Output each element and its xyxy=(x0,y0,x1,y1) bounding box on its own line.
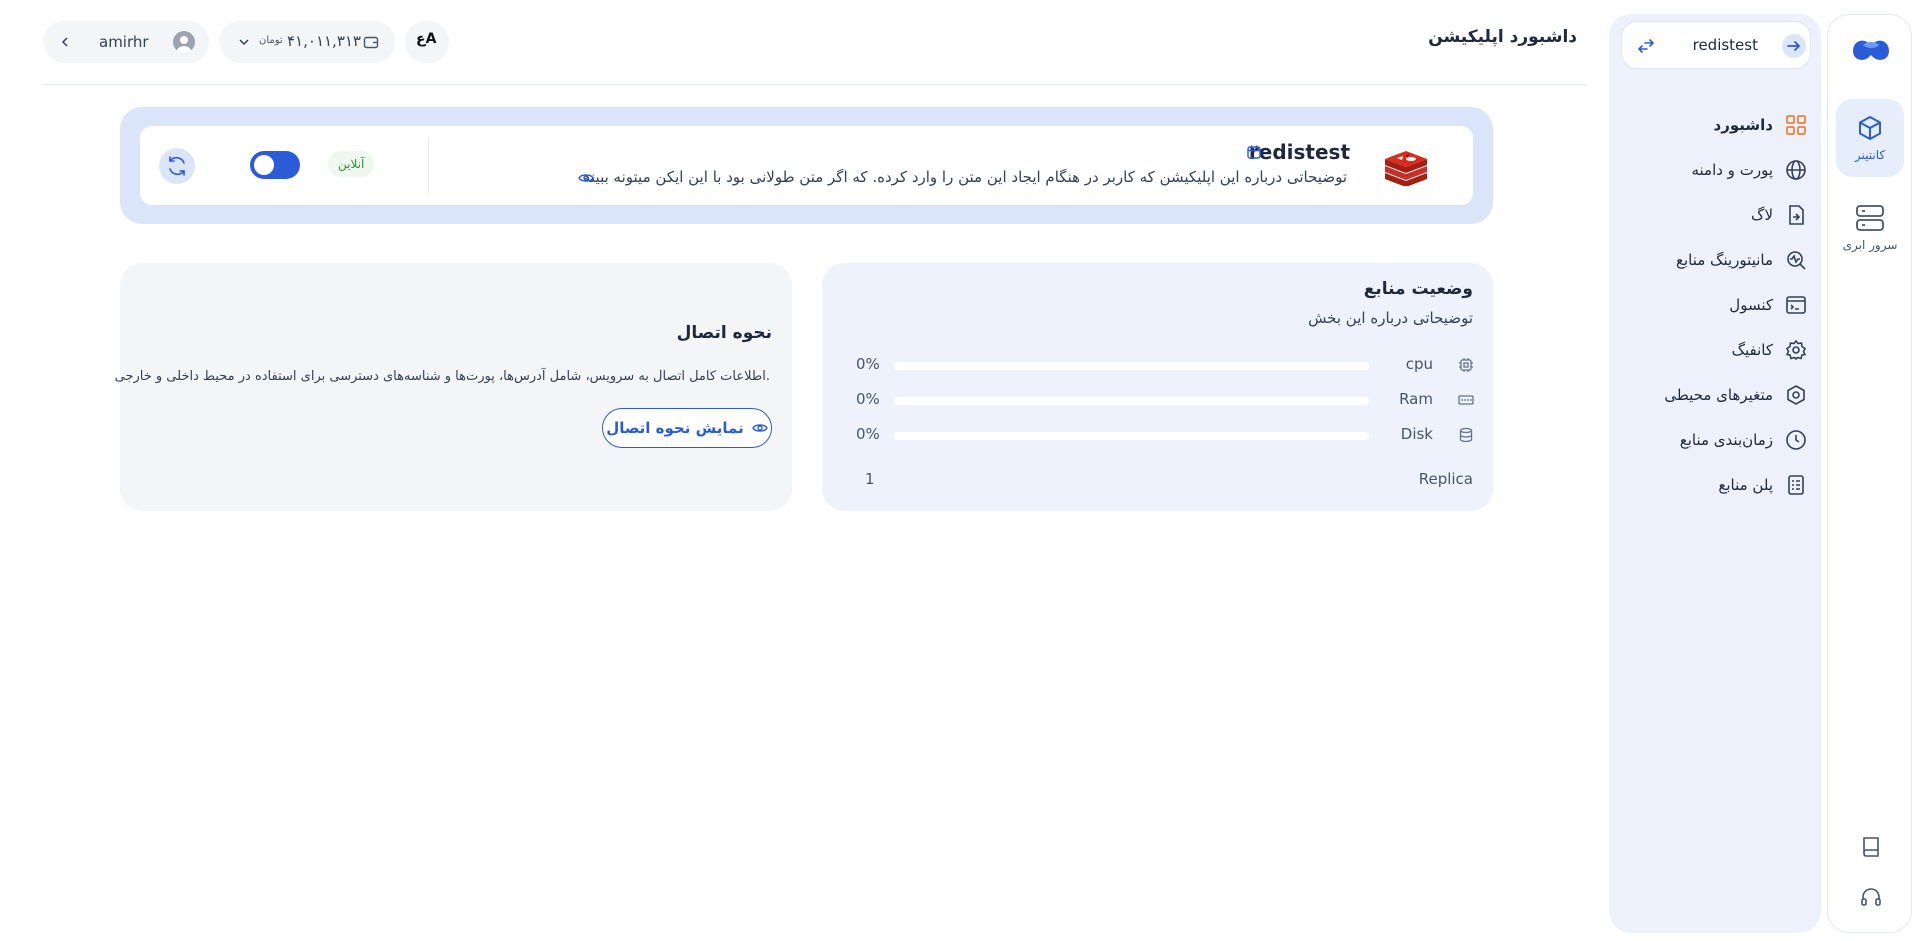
ram-icon xyxy=(1458,392,1474,408)
chevron-left-icon xyxy=(58,35,72,49)
app-selector-name: redistest xyxy=(1692,36,1758,54)
sidebar: redistest داشبورد پورت و دامنه لاگ مانیت… xyxy=(1609,14,1821,933)
terminal-icon xyxy=(1785,294,1807,316)
user-menu[interactable]: amirhr xyxy=(43,21,209,63)
sidebar-item-label: پورت و دامنه xyxy=(1691,161,1773,179)
sidebar-item-label: کنسول xyxy=(1729,296,1773,314)
replica-value: 1 xyxy=(865,470,875,488)
replica-label: Replica xyxy=(1418,470,1473,488)
connection-card: نحوه اتصال اطلاعات کامل اتصال به سرویس، … xyxy=(115,263,792,511)
rail-item-cloud-server[interactable]: سرور ابری xyxy=(1836,189,1904,267)
app-name: redistest xyxy=(1248,140,1350,164)
sidebar-item-label: پلن منابع xyxy=(1718,476,1773,494)
sidebar-item-label: کانفیگ xyxy=(1731,341,1773,359)
sidebar-item-label: زمان‌بندی منابع xyxy=(1679,431,1773,449)
sidebar-item-log[interactable]: لاگ xyxy=(1751,200,1807,230)
rail-item-label: کانتینر xyxy=(1854,148,1886,162)
sidebar-item-config[interactable]: کانفیگ xyxy=(1732,335,1807,365)
dashboard-grid-icon xyxy=(1785,114,1807,136)
arrow-right-icon[interactable] xyxy=(1782,34,1806,58)
resource-label: Disk xyxy=(1400,425,1433,443)
resource-status-card: وضعیت منابع توضیحاتی درباره این بخش cpu … xyxy=(822,263,1493,511)
disk-icon xyxy=(1458,427,1474,443)
clock-icon xyxy=(1785,429,1807,451)
sidebar-item-label: لاگ xyxy=(1751,206,1773,224)
connection-card-description: اطلاعات کامل اتصال به سرویس، شامل آدرس‌ه… xyxy=(114,369,770,384)
docs-book-icon[interactable] xyxy=(1859,835,1883,859)
connection-card-title: نحوه اتصال xyxy=(676,323,772,343)
sidebar-item-env-vars[interactable]: متغیرهای محیطی xyxy=(1664,380,1807,410)
app-power-toggle[interactable] xyxy=(250,151,300,179)
sidebar-item-console[interactable]: کنسول xyxy=(1729,290,1807,320)
header-divider xyxy=(43,84,1587,85)
sidebar-item-label: داشبورد xyxy=(1713,116,1773,134)
app-info-card: redistest توضیحاتی درباره این اپلیکیشن ک… xyxy=(140,126,1473,205)
show-connection-button[interactable]: نمایش نحوه اتصال xyxy=(602,408,772,448)
sidebar-item-scheduling[interactable]: زمان‌بندی منابع xyxy=(1680,425,1807,455)
icon-rail: کانتینر سرور ابری xyxy=(1827,14,1912,933)
refresh-button[interactable] xyxy=(159,148,195,184)
wallet-balance[interactable]: تومان ۴۱,۰۱۱,۳۱۳ xyxy=(219,21,395,63)
resource-percent: 0% xyxy=(856,355,880,373)
app-banner: redistest توضیحاتی درباره این اپلیکیشن ک… xyxy=(120,107,1493,224)
rail-item-container[interactable]: کانتینر xyxy=(1836,99,1904,177)
globe-icon xyxy=(1785,159,1807,181)
resource-card-title: وضعیت منابع xyxy=(1363,279,1473,299)
log-file-icon xyxy=(1785,204,1807,226)
eye-icon xyxy=(751,421,768,435)
monitoring-icon xyxy=(1785,249,1807,271)
sidebar-item-label: مانیتورینگ منابع xyxy=(1675,251,1773,269)
plan-list-icon xyxy=(1785,474,1807,496)
resource-progress-bar xyxy=(894,397,1369,405)
show-connection-label: نمایش نحوه اتصال xyxy=(606,419,744,437)
language-icon: ع‌A xyxy=(416,31,437,47)
language-toggle-button[interactable]: ع‌A xyxy=(405,21,449,63)
brand-logo[interactable] xyxy=(1845,31,1897,67)
server-icon xyxy=(1855,204,1885,232)
resource-progress-bar xyxy=(894,362,1369,370)
resource-row-ram: Ram 0% xyxy=(822,388,1493,412)
resource-card-subtitle: توضیحاتی درباره این بخش xyxy=(1308,309,1473,327)
gear-icon xyxy=(1785,339,1807,361)
resource-row-cpu: cpu 0% xyxy=(822,353,1493,377)
resource-label: Ram xyxy=(1399,390,1433,408)
resource-label: cpu xyxy=(1405,355,1433,373)
app-description: توضیحاتی درباره این اپلیکیشن که کاربر در… xyxy=(582,168,1347,186)
sidebar-item-plan[interactable]: پلن منابع xyxy=(1718,470,1807,500)
eye-icon[interactable] xyxy=(578,171,594,185)
wallet-icon xyxy=(363,34,379,50)
calendar-icon[interactable] xyxy=(1246,144,1262,160)
avatar xyxy=(173,31,195,53)
sidebar-item-port-domain[interactable]: پورت و دامنه xyxy=(1691,155,1807,185)
rail-item-label: سرور ابری xyxy=(1842,238,1898,252)
hexagon-icon xyxy=(1785,384,1807,406)
status-badge: آنلاین xyxy=(328,151,375,177)
refresh-icon xyxy=(159,148,195,184)
wallet-currency: تومان xyxy=(259,35,283,46)
wallet-amount: ۴۱,۰۱۱,۳۱۳ xyxy=(287,32,361,50)
resource-row-disk: Disk 0% xyxy=(822,423,1493,447)
app-selector[interactable]: redistest xyxy=(1621,21,1811,69)
resource-percent: 0% xyxy=(856,390,880,408)
support-headset-icon[interactable] xyxy=(1859,885,1883,909)
cube-icon xyxy=(1856,114,1884,142)
sidebar-item-monitoring[interactable]: مانیتورینگ منابع xyxy=(1676,245,1807,275)
resource-percent: 0% xyxy=(856,425,880,443)
sidebar-item-label: متغیرهای محیطی xyxy=(1664,386,1773,404)
banner-divider xyxy=(428,138,429,193)
cpu-icon xyxy=(1458,357,1474,373)
switch-app-icon[interactable] xyxy=(1636,36,1656,56)
page-title: داشبورد اپلیکیشن xyxy=(1428,27,1577,47)
sidebar-item-dashboard[interactable]: داشبورد xyxy=(1714,110,1807,140)
toggle-knob xyxy=(254,155,274,175)
redis-logo-icon xyxy=(1383,146,1429,186)
chevron-down-icon xyxy=(237,35,251,49)
username: amirhr xyxy=(99,33,149,51)
resource-progress-bar xyxy=(894,432,1369,440)
